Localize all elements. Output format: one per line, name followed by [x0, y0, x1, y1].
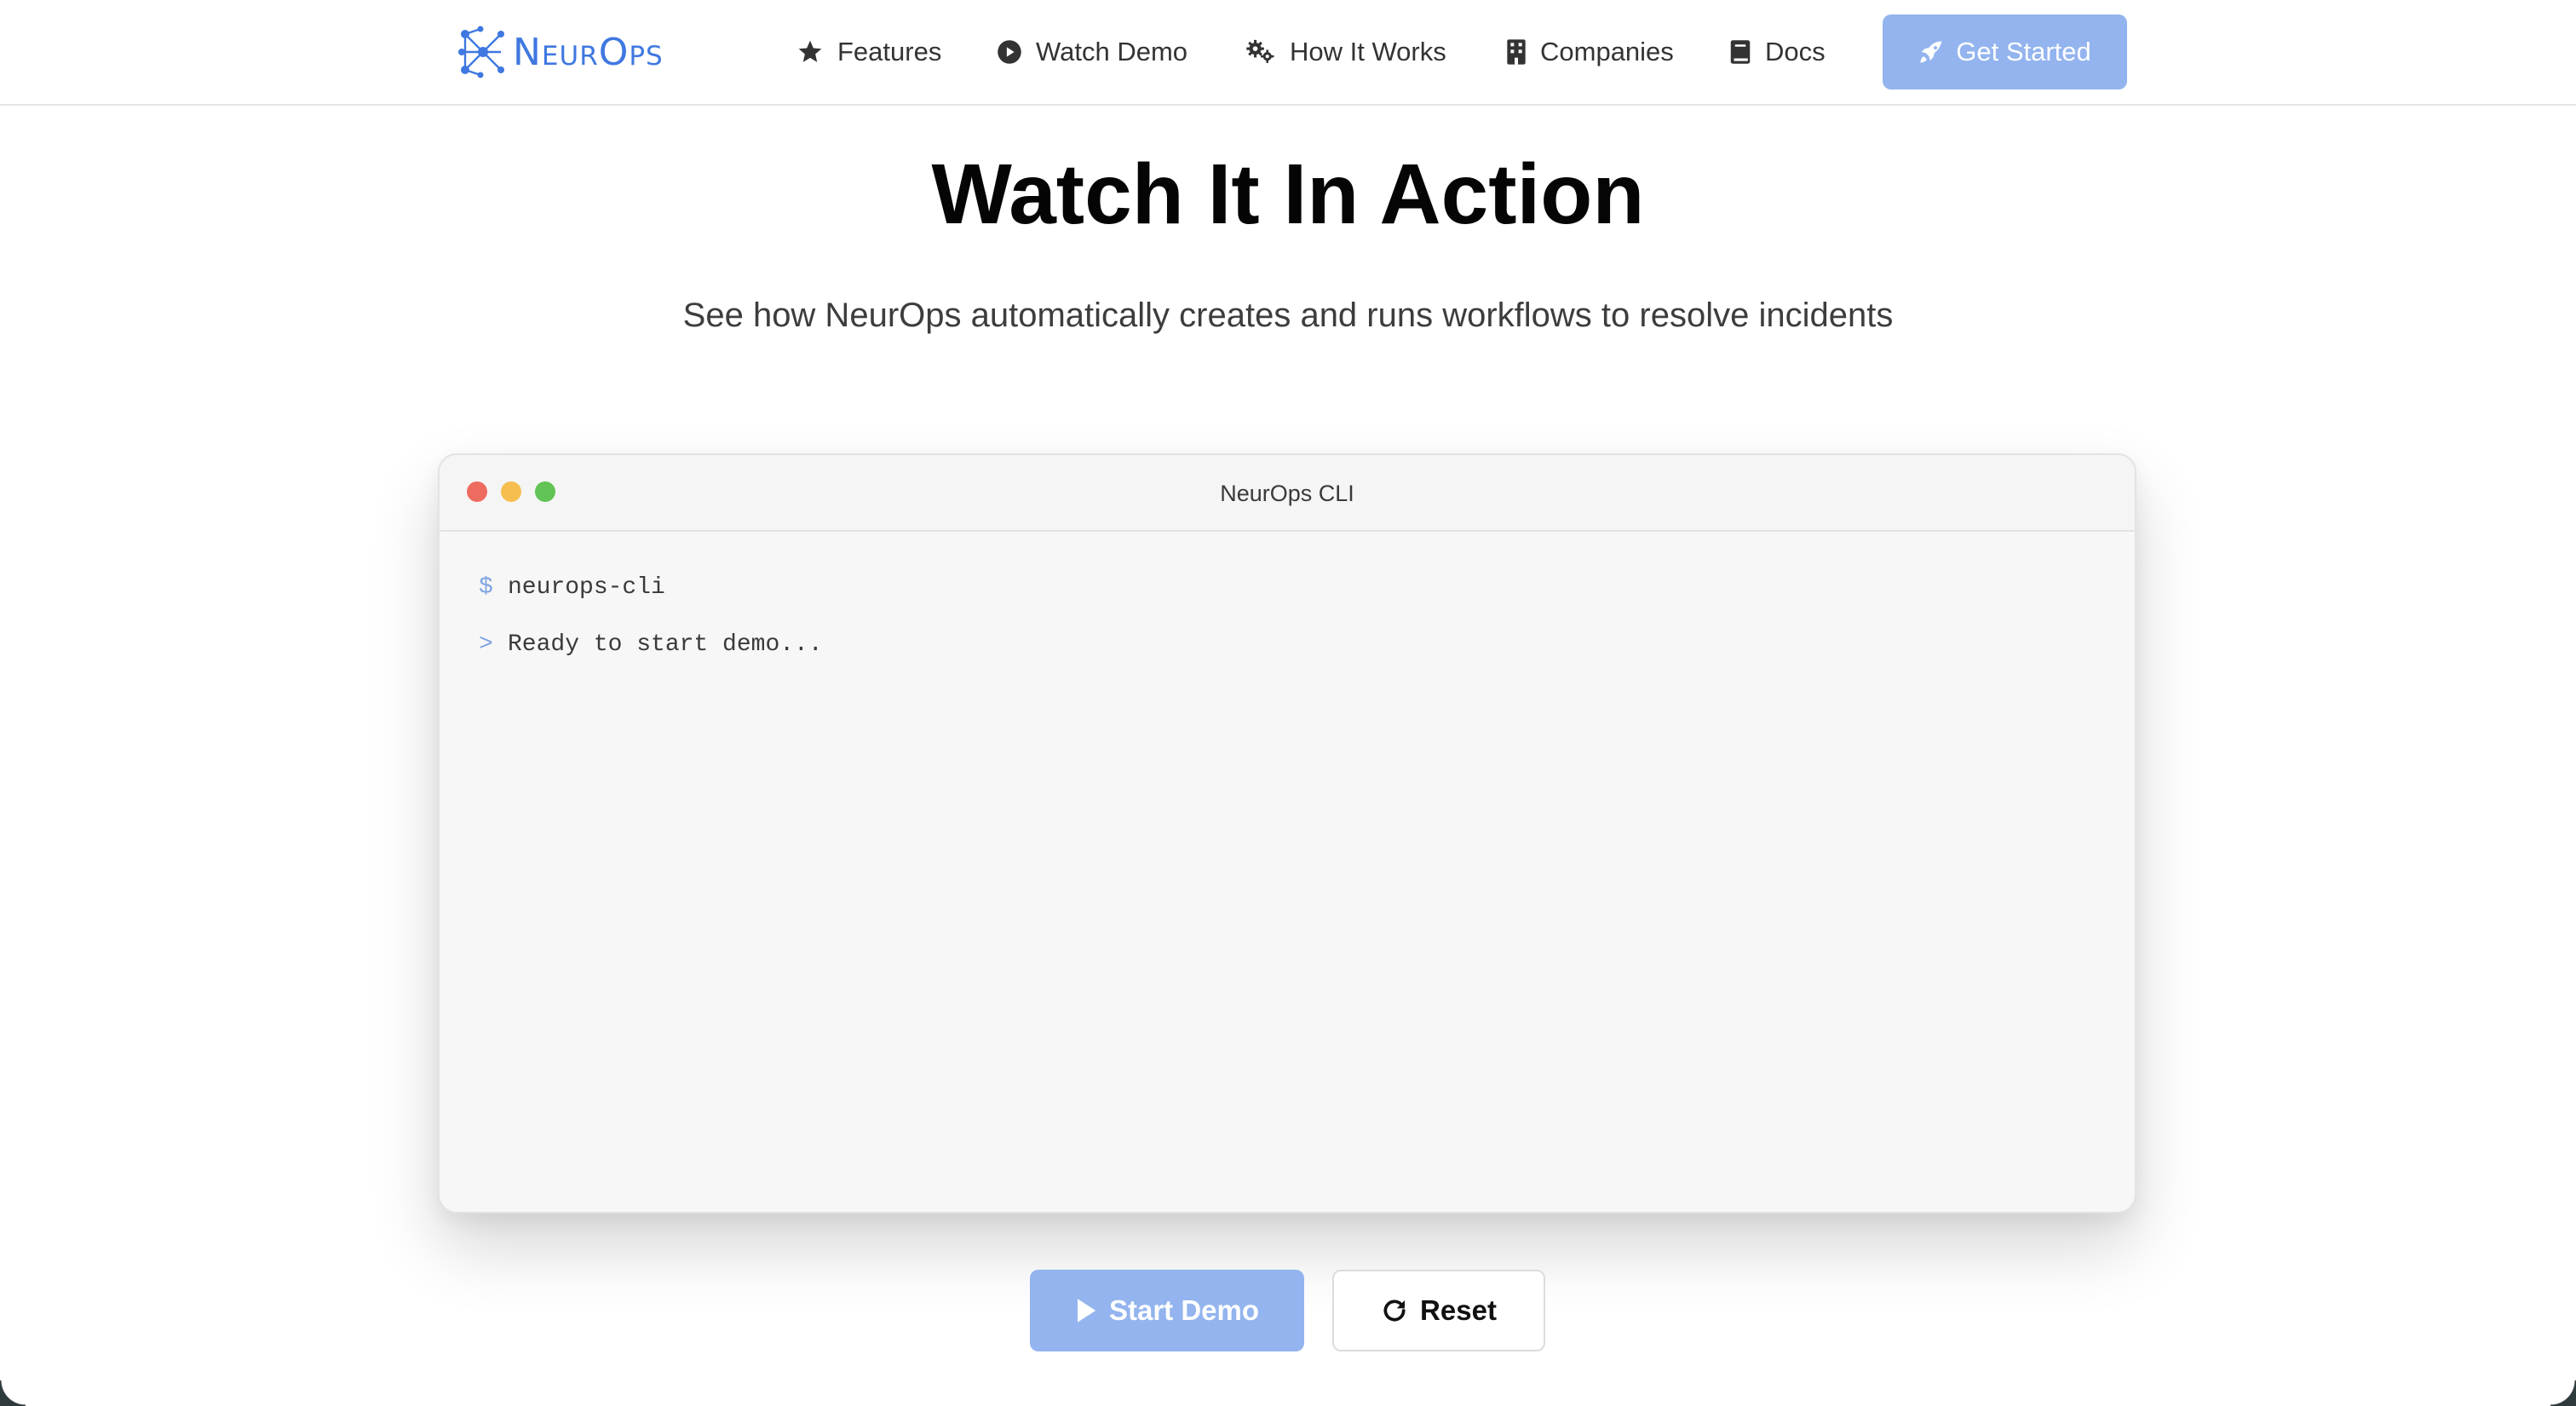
window-corner	[2550, 1380, 2576, 1406]
start-demo-button[interactable]: Start Demo	[1030, 1270, 1304, 1351]
building-icon	[1507, 39, 1526, 65]
rocket-icon	[1920, 41, 1942, 63]
gears-icon	[1246, 39, 1274, 63]
brand-logo[interactable]: NeurOps	[455, 22, 664, 82]
play-icon	[1077, 1299, 1096, 1322]
terminal-title: NeurOps CLI	[1220, 481, 1354, 506]
start-demo-label: Start Demo	[1108, 1294, 1260, 1326]
top-navbar: NeurOps Features Watch Demo How It Works	[0, 0, 2576, 106]
terminal-titlebar: NeurOps CLI	[440, 455, 2135, 532]
nav-features-label: Features	[837, 37, 942, 66]
nav-watch-demo-label: Watch Demo	[1036, 37, 1188, 66]
nav-how-it-works-label: How It Works	[1290, 37, 1446, 66]
play-circle-icon	[998, 40, 1021, 64]
nav-watch-demo[interactable]: Watch Demo	[997, 31, 1187, 73]
get-started-button[interactable]: Get Started	[1883, 14, 2127, 89]
terminal-window: NeurOps CLI $ neurops-cli > Ready to sta…	[438, 453, 2136, 1213]
reset-button[interactable]: Reset	[1332, 1270, 1545, 1351]
reset-label: Reset	[1420, 1294, 1497, 1326]
terminal-output: $ neurops-cli > Ready to start demo...	[479, 574, 823, 689]
get-started-label: Get Started	[1956, 37, 2091, 66]
terminal-line-text: neurops-cli	[508, 574, 665, 601]
nav-docs[interactable]: Docs	[1729, 31, 1826, 73]
nav-how-it-works[interactable]: How It Works	[1245, 31, 1446, 73]
neural-network-logo-icon	[458, 26, 504, 78]
nav-features[interactable]: Features	[796, 31, 941, 73]
page-title: Watch It In Action	[931, 147, 1645, 242]
page-subtitle: See how NeurOps automatically creates an…	[682, 297, 1894, 334]
nav-docs-label: Docs	[1765, 37, 1826, 66]
terminal-line: > Ready to start demo...	[479, 631, 823, 689]
output-prompt: >	[479, 631, 493, 658]
window-corner	[0, 1380, 26, 1406]
dollar-prompt: $	[479, 574, 493, 601]
brand-name: NeurOps	[513, 30, 664, 74]
reset-icon	[1383, 1299, 1406, 1322]
terminal-line: $ neurops-cli	[479, 574, 823, 631]
nav-companies[interactable]: Companies	[1506, 31, 1674, 73]
star-icon	[798, 40, 822, 62]
terminal-line-text: Ready to start demo...	[508, 631, 823, 658]
nav-companies-label: Companies	[1540, 37, 1674, 66]
book-icon	[1730, 40, 1751, 64]
